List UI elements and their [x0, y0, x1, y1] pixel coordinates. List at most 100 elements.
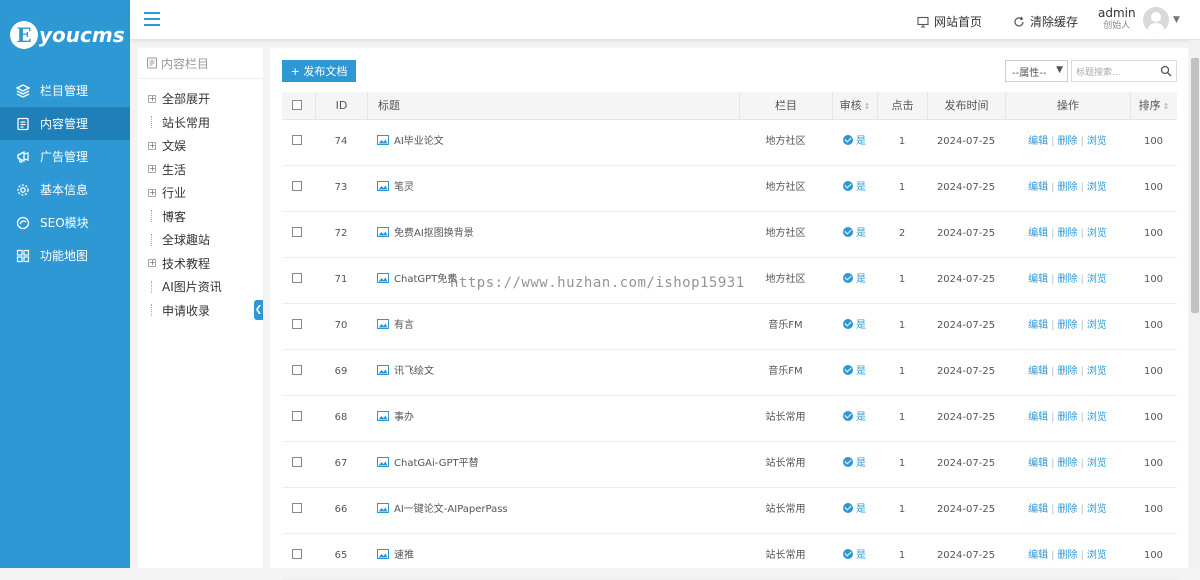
view-link[interactable]: 浏览 — [1087, 458, 1107, 469]
row-title[interactable]: 事办 — [377, 396, 737, 442]
tree-item[interactable]: 博客 — [138, 205, 263, 229]
tree-item[interactable]: + 文娱 — [138, 134, 263, 158]
edit-link[interactable]: 编辑 — [1028, 366, 1048, 377]
sidebar-item-seo[interactable]: SEO模块 — [0, 206, 130, 239]
view-link[interactable]: 浏览 — [1087, 274, 1107, 285]
row-title[interactable]: 免费AI抠图换背景 — [377, 212, 737, 258]
user-info[interactable]: admin 创始人 — [1098, 7, 1136, 33]
edit-link[interactable]: 编辑 — [1028, 136, 1048, 147]
sidebar-item-function-map[interactable]: 功能地图 — [0, 239, 130, 272]
row-title[interactable]: AI一键论文-AIPaperPass — [377, 488, 737, 534]
tree-item[interactable]: + 技术教程 — [138, 252, 263, 276]
row-review[interactable]: 是 — [832, 350, 877, 396]
row-review[interactable]: 是 — [832, 488, 877, 534]
tree-item[interactable]: + 生活 — [138, 158, 263, 182]
row-review[interactable]: 是 — [832, 166, 877, 212]
edit-link[interactable]: 编辑 — [1028, 274, 1048, 285]
delete-link[interactable]: 删除 — [1058, 458, 1078, 469]
collapse-panel-button[interactable]: ❮ — [254, 300, 263, 320]
expand-icon[interactable]: + — [148, 259, 156, 268]
view-link[interactable]: 浏览 — [1087, 366, 1107, 377]
row-review[interactable]: 是 — [832, 442, 877, 488]
view-link[interactable]: 浏览 — [1087, 136, 1107, 147]
tree-item[interactable]: 申请收录 — [138, 299, 263, 323]
select-all-checkbox[interactable] — [292, 92, 302, 120]
row-review[interactable]: 是 — [832, 396, 877, 442]
edit-link[interactable]: 编辑 — [1028, 412, 1048, 423]
edit-link[interactable]: 编辑 — [1028, 504, 1048, 515]
site-home-link[interactable]: 网站首页 — [917, 13, 982, 30]
scrollbar[interactable] — [1190, 40, 1200, 568]
view-link[interactable]: 浏览 — [1087, 228, 1107, 239]
tree-item[interactable]: 站长常用 — [138, 111, 263, 135]
sidebar-item-content-management[interactable]: 内容管理 — [0, 107, 130, 140]
edit-link[interactable]: 编辑 — [1028, 228, 1048, 239]
row-checkbox[interactable] — [292, 212, 302, 258]
row-review[interactable]: 是 — [832, 120, 877, 166]
menu-toggle-icon[interactable] — [144, 12, 160, 26]
delete-link[interactable]: 删除 — [1058, 228, 1078, 239]
row-title[interactable]: 有言 — [377, 304, 737, 350]
search-icon[interactable] — [1160, 65, 1172, 77]
tree-item[interactable]: + 行业 — [138, 181, 263, 205]
avatar[interactable] — [1143, 7, 1169, 33]
row-title[interactable]: AI毕业论文 — [377, 120, 737, 166]
tree-item-expand-all[interactable]: + 全部展开 — [138, 87, 263, 111]
refresh-icon — [1014, 16, 1024, 26]
delete-link[interactable]: 删除 — [1058, 182, 1078, 193]
expand-icon[interactable]: + — [148, 141, 156, 150]
sidebar-item-ad-management[interactable]: 广告管理 — [0, 140, 130, 173]
row-checkbox[interactable] — [292, 166, 302, 212]
edit-link[interactable]: 编辑 — [1028, 182, 1048, 193]
row-checkbox[interactable] — [292, 258, 302, 304]
delete-link[interactable]: 删除 — [1058, 550, 1078, 561]
delete-link[interactable]: 删除 — [1058, 504, 1078, 515]
row-checkbox[interactable] — [292, 350, 302, 396]
title-search-input[interactable]: 标题搜索... — [1071, 60, 1177, 82]
delete-link[interactable]: 删除 — [1058, 274, 1078, 285]
view-link[interactable]: 浏览 — [1087, 182, 1107, 193]
row-review[interactable]: 是 — [832, 212, 877, 258]
view-link[interactable]: 浏览 — [1087, 412, 1107, 423]
row-title[interactable]: 速推 — [377, 534, 737, 580]
view-link[interactable]: 浏览 — [1087, 504, 1107, 515]
edit-link[interactable]: 编辑 — [1028, 458, 1048, 469]
row-title[interactable]: ChatGAi-GPT平替 — [377, 442, 737, 488]
row-checkbox[interactable] — [292, 488, 302, 534]
view-link[interactable]: 浏览 — [1087, 320, 1107, 331]
expand-icon[interactable]: + — [148, 165, 156, 174]
delete-link[interactable]: 删除 — [1058, 366, 1078, 377]
expand-icon[interactable]: + — [148, 94, 156, 103]
sidebar-item-column-management[interactable]: 栏目管理 — [0, 74, 130, 107]
row-title[interactable]: 笔灵 — [377, 166, 737, 212]
delete-link[interactable]: 删除 — [1058, 412, 1078, 423]
row-checkbox[interactable] — [292, 534, 302, 580]
edit-link[interactable]: 编辑 — [1028, 550, 1048, 561]
sidebar-item-basic-info[interactable]: 基本信息 — [0, 173, 130, 206]
clear-cache-link[interactable]: 清除缓存 — [1013, 13, 1078, 30]
view-link[interactable]: 浏览 — [1087, 550, 1107, 561]
delete-link[interactable]: 删除 — [1058, 320, 1078, 331]
tree-item[interactable]: 全球趣站 — [138, 228, 263, 252]
col-header-sort[interactable]: 排序 ⇕ — [1130, 92, 1177, 120]
check-circle-icon — [843, 549, 853, 559]
row-checkbox[interactable] — [292, 442, 302, 488]
attribute-select[interactable]: --属性-- ▼ — [1005, 60, 1068, 82]
tree-item[interactable]: AI图片资讯 — [138, 275, 263, 299]
col-header-review[interactable]: 审核 ⇕ — [832, 92, 877, 120]
scroll-thumb[interactable] — [1191, 58, 1199, 313]
row-review[interactable]: 是 — [832, 258, 877, 304]
row-title[interactable]: 讯飞绘文 — [377, 350, 737, 396]
delete-link[interactable]: 删除 — [1058, 136, 1078, 147]
row-review[interactable]: 是 — [832, 534, 877, 580]
row-review-text: 是 — [856, 320, 866, 331]
edit-link[interactable]: 编辑 — [1028, 320, 1048, 331]
row-review[interactable]: 是 — [832, 304, 877, 350]
row-checkbox[interactable] — [292, 120, 302, 166]
publish-document-button[interactable]: + 发布文档 — [282, 60, 356, 82]
chevron-down-icon[interactable]: ▼ — [1173, 15, 1180, 25]
logo[interactable]: E youcms — [0, 0, 130, 70]
row-checkbox[interactable] — [292, 396, 302, 442]
expand-icon[interactable]: + — [148, 188, 156, 197]
row-checkbox[interactable] — [292, 304, 302, 350]
